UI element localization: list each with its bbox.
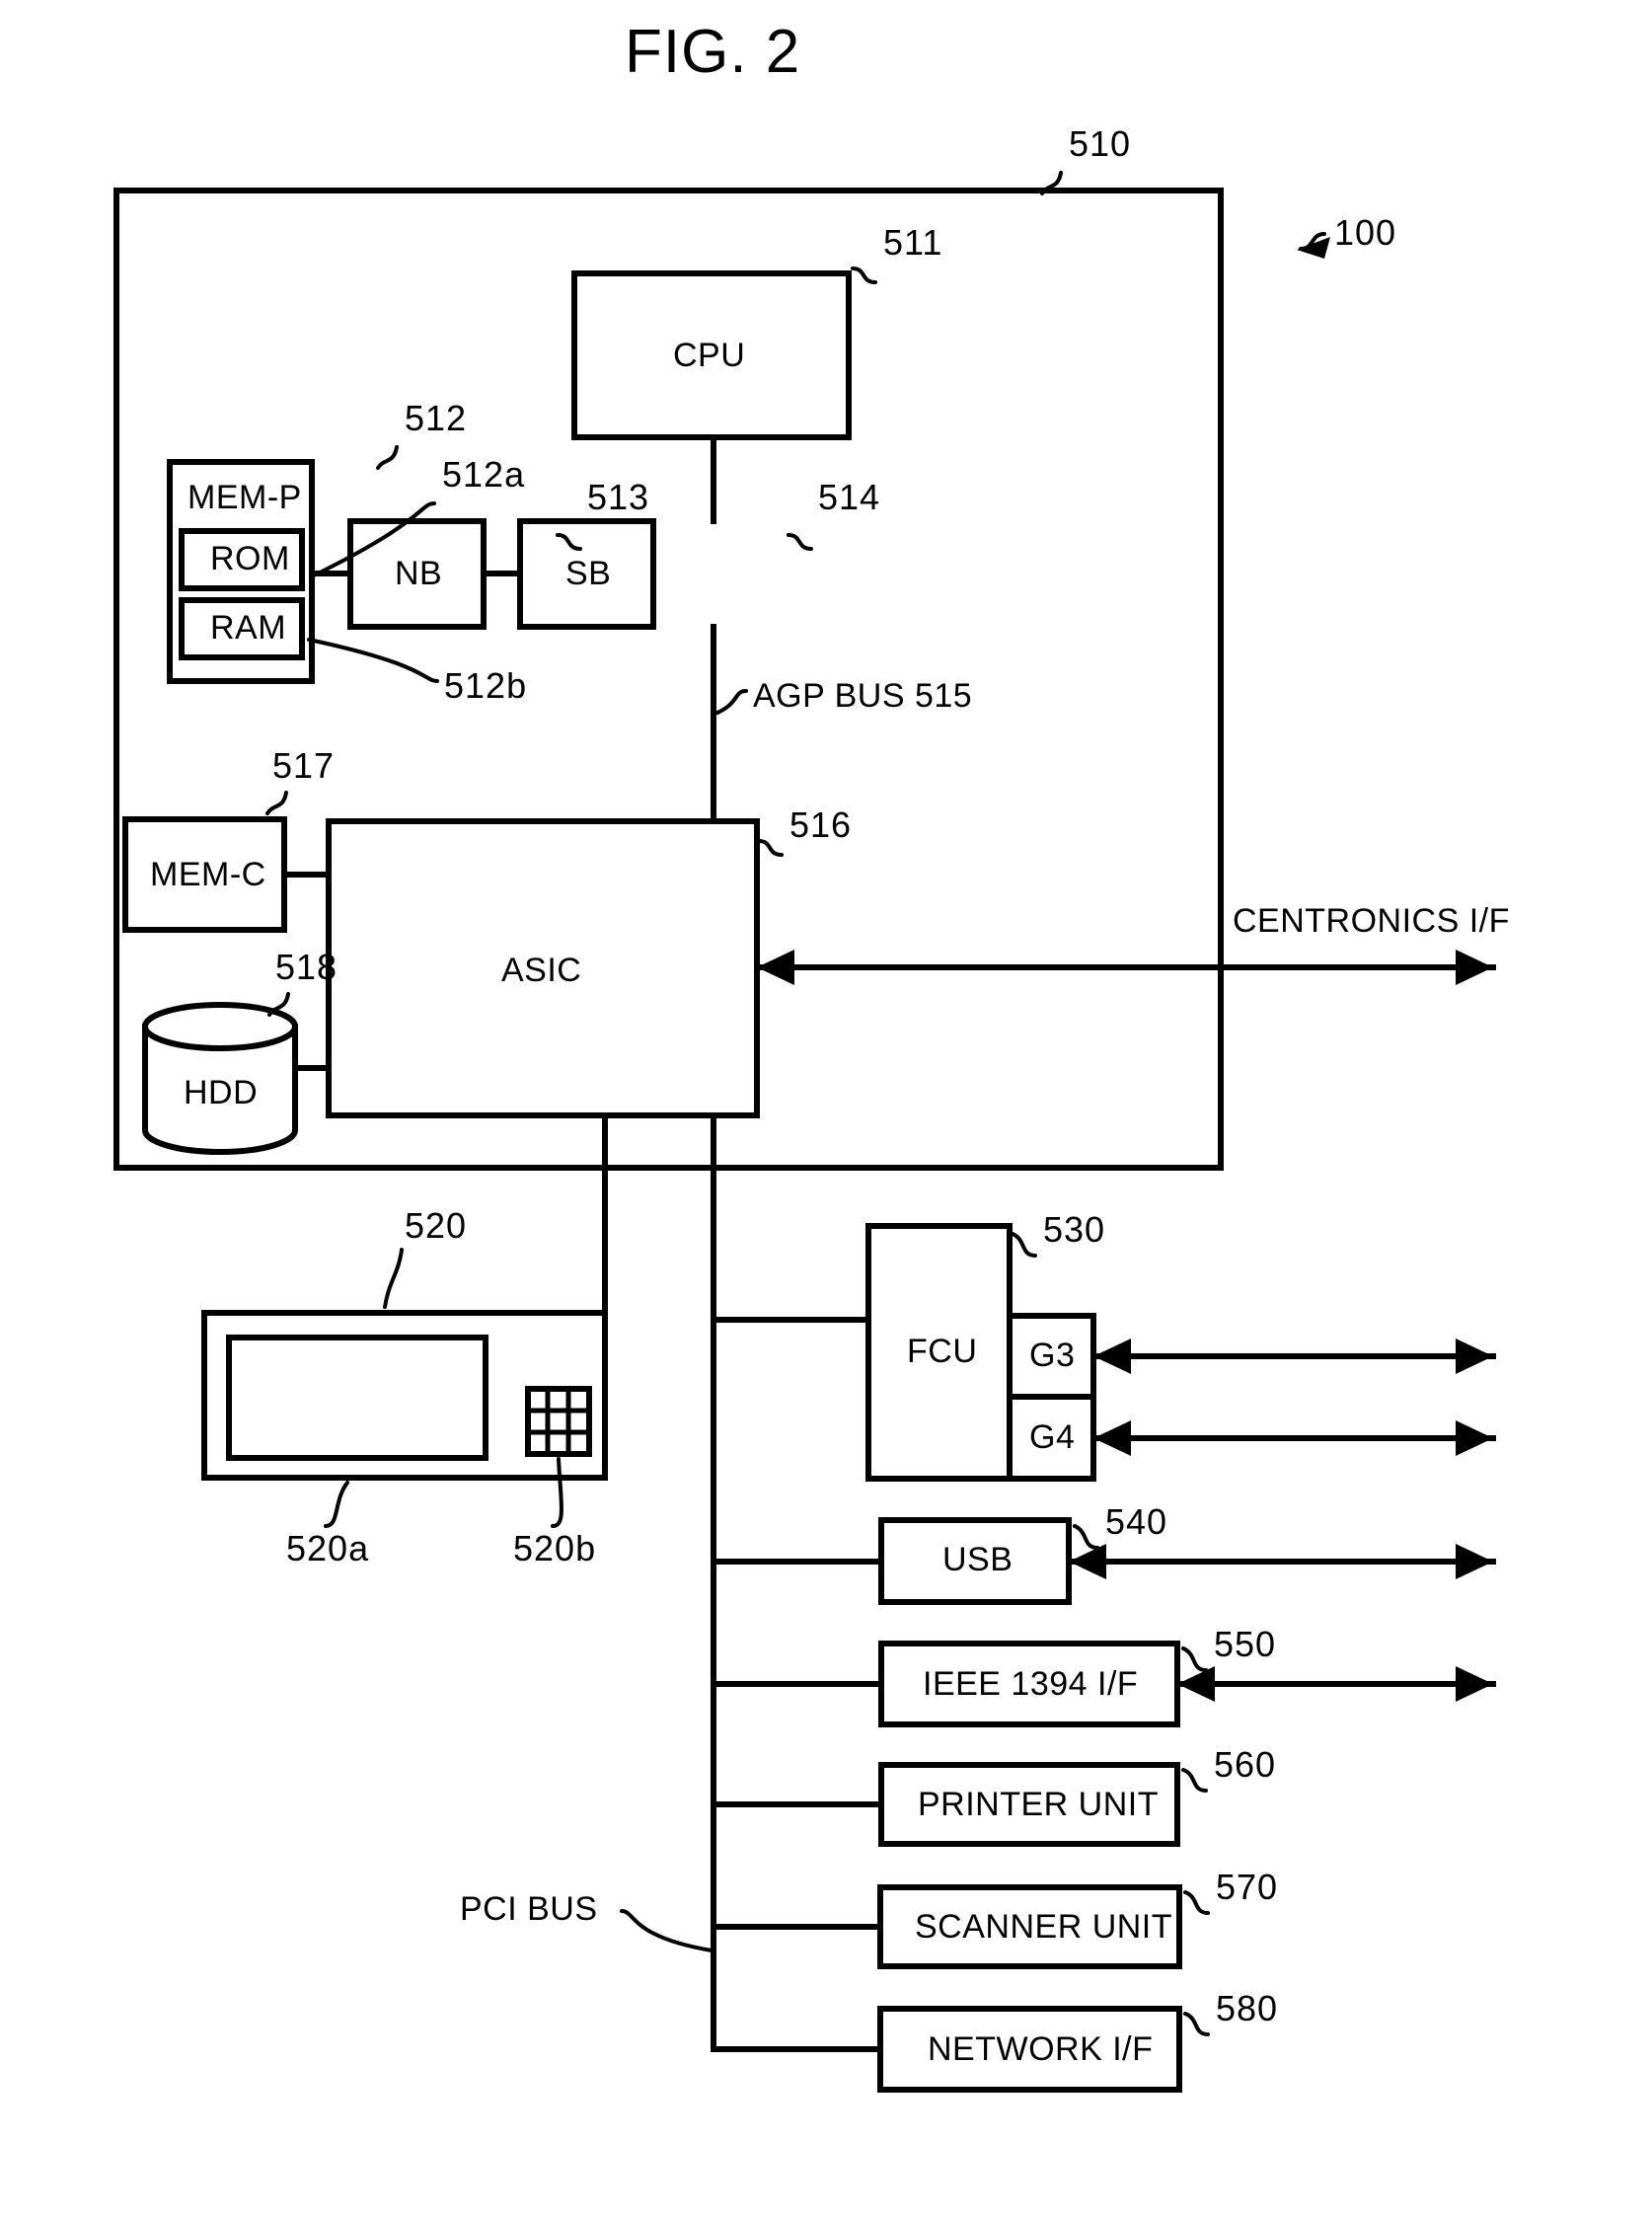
- leader-540: [1073, 1524, 1099, 1550]
- ref-510: 510: [1069, 123, 1132, 164]
- ref-512b: 512b: [444, 665, 528, 706]
- patent-figure-canvas: FIG. 2 510 100 CPU 511 MEM-P 512 ROM 512…: [0, 0, 1652, 2217]
- ref-514: 514: [818, 477, 881, 517]
- g3-arrow-left: [1093, 1338, 1131, 1374]
- leader-511: [851, 267, 877, 284]
- leader-580: [1183, 2012, 1210, 2036]
- ieee1394-label: IEEE 1394 I/F: [923, 1665, 1139, 1703]
- leader-517: [265, 791, 288, 815]
- centronics-arrow-left: [757, 950, 794, 985]
- g3-arrow-right: [1456, 1338, 1493, 1374]
- g4-arrow-right: [1456, 1420, 1493, 1456]
- ref-512: 512: [405, 398, 468, 438]
- rom-label: ROM: [210, 540, 290, 577]
- ref-512a: 512a: [442, 454, 526, 495]
- operation-panel-display: [226, 1335, 488, 1461]
- sb-label: SB: [565, 555, 612, 592]
- ref-516: 516: [789, 804, 853, 845]
- ram-label: RAM: [210, 609, 287, 647]
- asic-label: ASIC: [501, 952, 582, 989]
- cpu-label: CPU: [673, 337, 746, 374]
- ref-100: 100: [1334, 212, 1397, 253]
- usb-arrow-right: [1456, 1544, 1493, 1579]
- ref-518: 518: [275, 947, 338, 987]
- ref-570: 570: [1216, 1867, 1279, 1907]
- centronics-if-label: CENTRONICS I/F: [1233, 902, 1510, 940]
- usb-label: USB: [942, 1541, 1014, 1578]
- usb-arrow-left: [1069, 1544, 1106, 1579]
- leader-530: [1011, 1232, 1037, 1258]
- ieee-arrow-left: [1177, 1666, 1215, 1702]
- ref-560: 560: [1214, 1744, 1277, 1785]
- leader-520b: [551, 1457, 563, 1528]
- leader-513: [556, 533, 582, 551]
- mem-c-label: MEM-C: [150, 856, 266, 893]
- ref-550: 550: [1214, 1624, 1277, 1664]
- scanner-unit-label: SCANNER UNIT: [915, 1908, 1173, 1946]
- ref-511: 511: [883, 222, 943, 263]
- leader-agp-bus: [715, 689, 748, 715]
- agp-bus-label: AGP BUS 515: [753, 677, 973, 715]
- keypad-outline: [525, 1386, 592, 1457]
- leader-550: [1181, 1646, 1208, 1672]
- ref-580: 580: [1216, 1988, 1279, 2028]
- ref-517: 517: [272, 745, 336, 786]
- leader-512b: [307, 638, 439, 683]
- ref-513: 513: [587, 477, 650, 517]
- leader-570: [1183, 1890, 1210, 1915]
- leader-560: [1181, 1768, 1208, 1793]
- mem-p-label: MEM-P: [188, 479, 302, 516]
- nb-label: NB: [395, 555, 443, 592]
- g4-arrow-left: [1093, 1420, 1131, 1456]
- leader-520a: [324, 1481, 349, 1528]
- leader-514: [787, 533, 813, 551]
- ieee-arrow-right: [1456, 1666, 1493, 1702]
- ref-530: 530: [1043, 1209, 1106, 1250]
- ref-540: 540: [1105, 1501, 1168, 1542]
- leader-lines: [265, 171, 1326, 2036]
- g4-label: G4: [1029, 1418, 1076, 1456]
- pci-bus-label: PCI BUS: [460, 1890, 598, 1928]
- leader-pci-bus: [620, 1909, 713, 1952]
- leader-512: [376, 445, 399, 470]
- printer-unit-label: PRINTER UNIT: [918, 1786, 1159, 1823]
- g3-label: G3: [1029, 1337, 1076, 1374]
- ref-520: 520: [405, 1205, 468, 1246]
- leader-516: [757, 839, 784, 857]
- network-if-label: NETWORK I/F: [928, 2030, 1154, 2068]
- hdd-label: HDD: [184, 1074, 259, 1111]
- fcu-label: FCU: [907, 1333, 978, 1370]
- leader-520: [383, 1248, 404, 1309]
- ref-520a: 520a: [286, 1528, 370, 1568]
- ref-520b: 520b: [513, 1528, 597, 1568]
- centronics-arrow-right: [1456, 950, 1493, 985]
- figure-title: FIG. 2: [625, 18, 801, 86]
